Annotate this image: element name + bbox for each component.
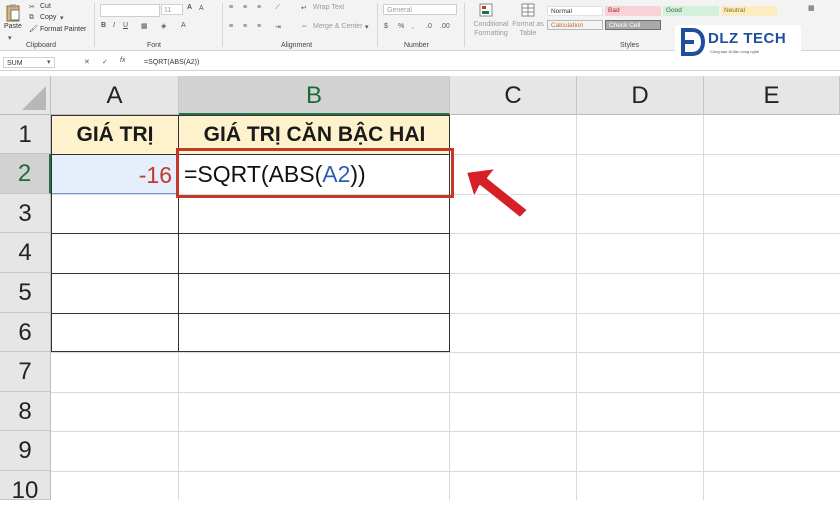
row-header-10[interactable]: 10 bbox=[0, 471, 51, 504]
comma-style-icon[interactable]: , bbox=[412, 23, 414, 30]
select-all-corner[interactable] bbox=[0, 76, 51, 115]
copy-dropdown-icon[interactable]: ▾ bbox=[60, 14, 64, 22]
underline-icon[interactable]: U bbox=[123, 22, 128, 29]
cancel-icon[interactable]: ✕ bbox=[84, 58, 90, 66]
row-header-6[interactable]: 6 bbox=[0, 313, 51, 352]
scissors-icon: ✂ bbox=[29, 4, 35, 11]
column-header-b[interactable]: B bbox=[179, 76, 450, 115]
fill-color-icon[interactable]: ◈ bbox=[161, 22, 166, 30]
watermark-tagline: Cùng bạn đi đầu công nghệ bbox=[710, 49, 760, 54]
row-header-8[interactable]: 8 bbox=[0, 392, 51, 431]
align-center-icon[interactable]: ≡ bbox=[243, 23, 247, 30]
row-header-9[interactable]: 9 bbox=[0, 431, 51, 471]
style-neutral[interactable]: Neutral bbox=[721, 6, 777, 16]
styles-label: Styles bbox=[620, 42, 640, 49]
clipboard-label: Clipboard bbox=[26, 42, 56, 49]
clipboard-group: Paste ▾ ✂ Cut ⧉ Copy ▾ 🖌 Format Painter … bbox=[0, 0, 94, 50]
formula-highlight-box bbox=[176, 148, 454, 198]
conditional-formatting-button[interactable]: Conditional Formatting bbox=[471, 20, 511, 38]
font-group: 11 A A B I U ▦ ◈ A Font bbox=[95, 0, 221, 50]
decrease-font-icon[interactable]: A bbox=[199, 5, 204, 12]
column-header-d[interactable]: D bbox=[577, 76, 704, 115]
borders-icon[interactable]: ▦ bbox=[141, 22, 148, 30]
number-format-select[interactable]: General bbox=[383, 4, 457, 15]
wrap-text-icon: ↵ bbox=[301, 5, 307, 12]
orientation-icon[interactable]: ⟋ bbox=[275, 4, 280, 12]
table-border bbox=[51, 233, 450, 234]
cut-button[interactable]: Cut bbox=[40, 3, 51, 10]
style-calculation[interactable]: Calculation bbox=[547, 20, 603, 30]
style-bad[interactable]: Bad bbox=[605, 6, 661, 16]
cell-a1[interactable]: GIÁ TRỊ bbox=[51, 115, 179, 154]
format-as-table-icon bbox=[521, 3, 535, 17]
number-group: General $ % , .0 .00 Number bbox=[378, 0, 463, 50]
align-left-icon[interactable]: ≡ bbox=[229, 23, 233, 30]
copy-icon: ⧉ bbox=[29, 14, 34, 21]
pointer-arrow-icon bbox=[462, 164, 534, 222]
format-as-table-button[interactable]: Format as Table bbox=[511, 20, 545, 38]
bold-icon[interactable]: B bbox=[101, 22, 106, 29]
font-label: Font bbox=[147, 42, 162, 49]
copy-button[interactable]: Copy bbox=[40, 14, 56, 21]
column-header-c[interactable]: C bbox=[450, 76, 577, 115]
style-check-cell[interactable]: Check Cell bbox=[605, 20, 661, 30]
paste-button[interactable]: Paste bbox=[4, 23, 22, 30]
indent-icon[interactable]: ⇥ bbox=[275, 23, 281, 31]
conditional-formatting-icon bbox=[479, 3, 493, 17]
table-border bbox=[51, 273, 450, 274]
row-header-2[interactable]: 2 bbox=[0, 154, 51, 194]
font-color-icon[interactable]: A bbox=[181, 22, 186, 29]
number-label: Number bbox=[404, 42, 429, 49]
align-top-icon[interactable]: ≡ bbox=[229, 4, 233, 11]
column-header-a[interactable]: A bbox=[51, 76, 179, 115]
align-middle-icon[interactable]: ≡ bbox=[243, 4, 247, 11]
alignment-label: Alignment bbox=[281, 42, 313, 49]
row-header-5[interactable]: 5 bbox=[0, 273, 51, 313]
align-right-icon[interactable]: ≡ bbox=[257, 23, 261, 30]
name-box-dropdown-icon[interactable]: ▾ bbox=[47, 58, 51, 66]
font-size-select[interactable]: 11 bbox=[161, 4, 183, 15]
decrease-decimal-icon[interactable]: .00 bbox=[440, 23, 450, 30]
wrap-text-button[interactable]: Wrap Text bbox=[313, 4, 344, 11]
alignment-group: ≡ ≡ ≡ ⟋ ↵ Wrap Text ≡ ≡ ≡ ⇥ ⇔ Merge & Ce… bbox=[223, 0, 376, 50]
gridline bbox=[703, 115, 704, 500]
font-name-select[interactable] bbox=[100, 4, 160, 17]
percent-icon[interactable]: % bbox=[398, 23, 404, 30]
watermark-brand: DLZ TECH bbox=[708, 30, 787, 47]
style-good[interactable]: Good bbox=[663, 6, 719, 16]
italic-icon[interactable]: I bbox=[113, 22, 115, 29]
paste-dropdown-icon[interactable]: ▾ bbox=[8, 34, 12, 42]
merge-dropdown-icon[interactable]: ▾ bbox=[365, 23, 369, 31]
cell-a2[interactable]: -16 bbox=[51, 154, 179, 194]
gridline bbox=[51, 392, 840, 393]
row-header-1[interactable]: 1 bbox=[0, 115, 51, 154]
worksheet-grid: A B C D E 1 2 3 4 5 6 7 8 9 10 GIÁ TRỊ G… bbox=[0, 76, 840, 504]
format-painter-button[interactable]: Format Painter bbox=[40, 26, 86, 33]
row-header-4[interactable]: 4 bbox=[0, 233, 51, 273]
formula-bar: SUM ▾ ✕ ✓ fx =SQRT(ABS(A2)) bbox=[0, 56, 840, 71]
table-border bbox=[51, 313, 450, 314]
formula-input[interactable]: =SQRT(ABS(A2)) bbox=[144, 59, 199, 66]
column-header-e[interactable]: E bbox=[704, 76, 840, 115]
row-header-3[interactable]: 3 bbox=[0, 194, 51, 233]
gridline bbox=[51, 471, 840, 472]
merge-icon: ⇔ bbox=[301, 23, 308, 30]
style-normal[interactable]: Normal bbox=[547, 6, 603, 16]
gridline bbox=[51, 431, 840, 432]
paste-icon[interactable] bbox=[5, 4, 21, 22]
enter-icon[interactable]: ✓ bbox=[102, 58, 108, 66]
gridline bbox=[576, 115, 577, 500]
increase-font-icon[interactable]: A bbox=[187, 4, 192, 11]
insert-function-icon[interactable]: fx bbox=[120, 57, 125, 64]
dlz-logo-icon bbox=[679, 27, 706, 57]
merge-center-button[interactable]: Merge & Center bbox=[313, 23, 362, 30]
align-bottom-icon[interactable]: ≡ bbox=[257, 4, 261, 11]
currency-icon[interactable]: $ bbox=[384, 23, 388, 30]
insert-cells-icon[interactable]: ▦ bbox=[808, 4, 815, 12]
row-header-7[interactable]: 7 bbox=[0, 352, 51, 392]
format-painter-icon: 🖌 bbox=[29, 26, 38, 33]
gridline bbox=[51, 352, 840, 353]
increase-decimal-icon[interactable]: .0 bbox=[426, 23, 432, 30]
